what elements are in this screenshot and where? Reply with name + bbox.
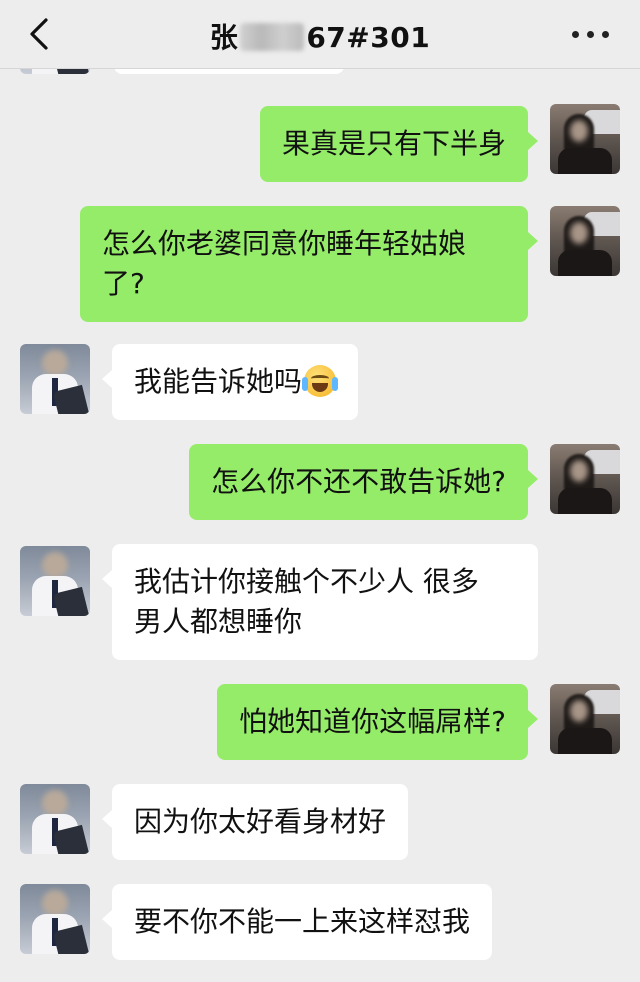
my-avatar[interactable] (550, 104, 620, 174)
my-avatar[interactable] (550, 444, 620, 514)
message-row: 怎么你老婆同意你睡年轻姑娘 了? (0, 204, 640, 324)
contact-avatar[interactable] (20, 546, 90, 616)
chat-title-prefix: 张 (209, 21, 239, 54)
message-text-line-1: 我估计你接触个不少人 很多 (134, 565, 479, 598)
redacted-name (240, 23, 305, 51)
outgoing-message-bubble[interactable]: 怎么你老婆同意你睡年轻姑娘 了? (80, 206, 538, 322)
message-text-line-2: 了? (102, 267, 145, 300)
outgoing-message-bubble[interactable]: 果真是只有下半身 (259, 106, 539, 182)
my-avatar[interactable] (550, 206, 620, 276)
crying-laughing-emoji-icon (302, 365, 339, 397)
contact-avatar[interactable] (20, 884, 90, 954)
chat-header: 张 67#301 (0, 0, 640, 69)
message-text: 我能告诉她吗 (134, 365, 303, 398)
message-row: 我估计你接触个不少人 很多 男人都想睡你 (0, 544, 640, 664)
message-row: 怕她知道你这幅屌样? (0, 682, 640, 762)
message-text: 因为你太好看身材好 (134, 805, 387, 838)
incoming-message-bubble[interactable]: 我能告诉她吗 (101, 344, 359, 420)
outgoing-message-bubble[interactable]: 怕她知道你这幅屌样? (217, 684, 538, 760)
message-row: 要不你不能一上来这样怼我 (0, 882, 640, 962)
message-text: 果真是只有下半身 (281, 127, 506, 160)
message-row: 果真是只有下半身 (0, 102, 640, 182)
message-text: 怕她知道你这幅屌样? (239, 705, 506, 738)
contact-avatar[interactable] (20, 784, 90, 854)
incoming-message-bubble[interactable]: 因为你太好看身材好 (101, 784, 409, 860)
message-row: 我能告诉她吗 (0, 342, 640, 422)
message-text: 要不你不能一上来这样怼我 (134, 905, 471, 938)
chat-title: 张 67#301 (0, 16, 640, 56)
my-avatar[interactable] (550, 684, 620, 754)
message-text-line-1: 怎么你老婆同意你睡年轻姑娘 (102, 227, 467, 260)
outgoing-message-bubble[interactable]: 怎么你不还不敢告诉她? (189, 444, 538, 520)
incoming-message-bubble[interactable]: 要不你不能一上来这样怼我 (101, 884, 493, 960)
message-row: 因为你太好看身材好 (0, 782, 640, 862)
chat-title-suffix: 67#301 (306, 21, 431, 54)
message-text: 怎么你不还不敢告诉她? (211, 465, 506, 498)
contact-avatar[interactable] (20, 344, 90, 414)
message-text-line-2: 男人都想睡你 (134, 605, 303, 638)
more-dots-icon[interactable] (572, 26, 612, 42)
message-row: 怎么你不还不敢告诉她? (0, 442, 640, 522)
incoming-message-bubble[interactable]: 我估计你接触个不少人 很多 男人都想睡你 (102, 544, 538, 660)
